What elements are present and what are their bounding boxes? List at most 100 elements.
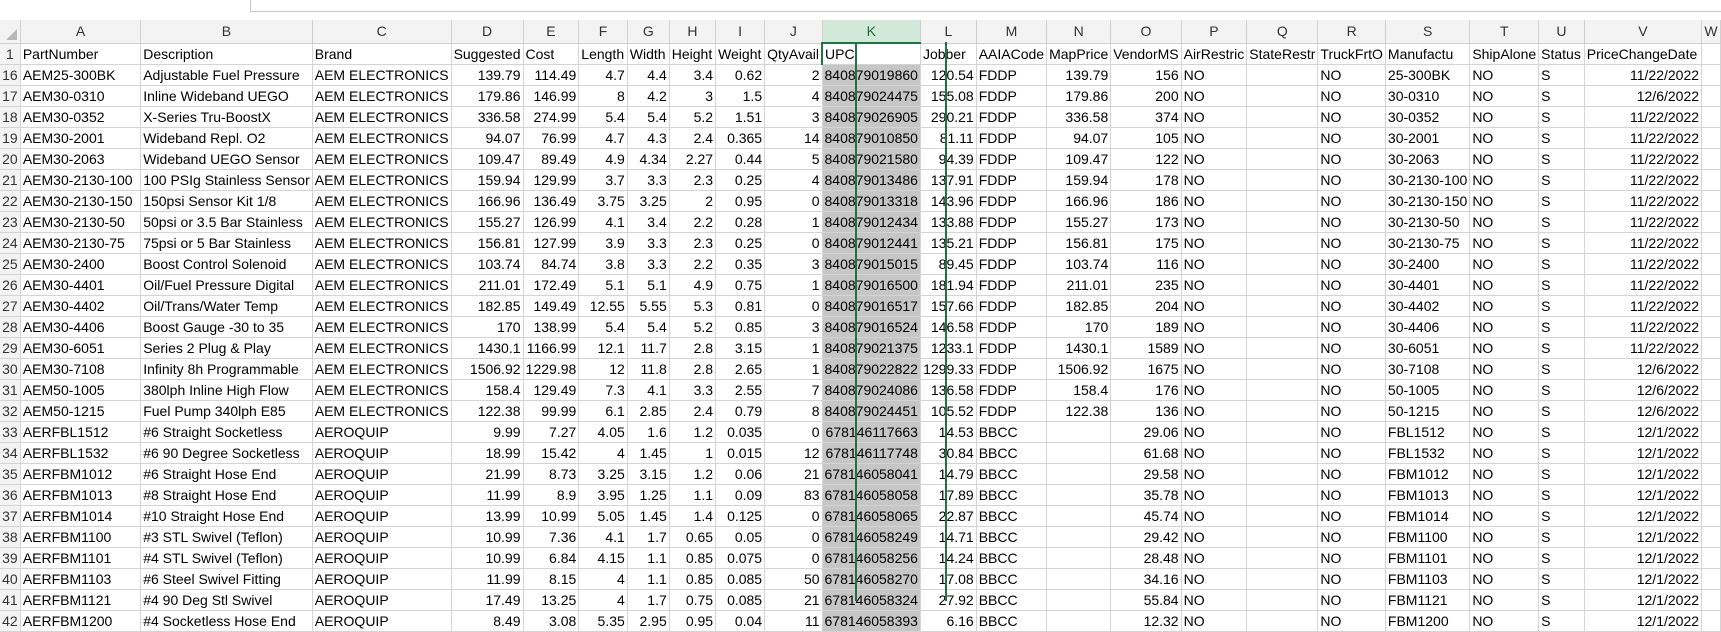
cell-c[interactable]: AEM ELECTRONICS xyxy=(312,169,452,191)
cell-f[interactable]: 4 xyxy=(578,442,628,464)
cell-w[interactable] xyxy=(1701,232,1721,254)
column-header-b[interactable]: B xyxy=(140,20,313,44)
cell-b[interactable]: Series 2 Plug & Play xyxy=(140,337,313,359)
column-header-p[interactable]: P xyxy=(1181,20,1248,44)
cell-o[interactable]: 55.84 xyxy=(1110,589,1182,611)
column-header-o[interactable]: O xyxy=(1110,20,1182,44)
cell-c[interactable]: AEM ELECTRONICS xyxy=(312,190,452,212)
cell-a[interactable]: AERFBM1014 xyxy=(20,505,142,527)
cell-d[interactable]: 158.4 xyxy=(451,379,524,401)
cell-o[interactable]: 29.06 xyxy=(1110,421,1182,443)
column-header-q[interactable]: Q xyxy=(1246,20,1319,44)
cell-k[interactable]: UPC xyxy=(821,43,921,65)
cell-f[interactable]: 5.35 xyxy=(578,610,628,632)
cell-j[interactable]: 2 xyxy=(764,64,823,86)
cell-c[interactable]: AEROQUIP xyxy=(312,568,452,590)
cell-w[interactable] xyxy=(1701,64,1721,86)
cell-t[interactable]: NO xyxy=(1469,169,1540,191)
cell-w[interactable] xyxy=(1701,316,1721,338)
cell-e[interactable]: 84.74 xyxy=(523,253,580,275)
cell-o[interactable]: 186 xyxy=(1110,190,1182,212)
cell-s[interactable]: FBM1014 xyxy=(1385,505,1471,527)
cell-j[interactable]: 83 xyxy=(764,484,823,506)
cell-o[interactable]: 200 xyxy=(1110,85,1182,107)
cell-e[interactable]: 274.99 xyxy=(523,106,580,128)
cell-e[interactable]: 172.49 xyxy=(523,274,580,296)
row-number[interactable]: 30 xyxy=(0,358,21,380)
cell-e[interactable]: 8.9 xyxy=(523,484,580,506)
cell-u[interactable]: S xyxy=(1538,211,1585,233)
cell-p[interactable]: NO xyxy=(1181,148,1248,170)
cell-r[interactable]: NO xyxy=(1317,442,1386,464)
cell-e[interactable]: 138.99 xyxy=(523,316,580,338)
cell-f[interactable]: 5.4 xyxy=(578,106,628,128)
cell-h[interactable]: Height xyxy=(669,43,717,65)
cell-e[interactable]: 1166.99 xyxy=(523,337,580,359)
cell-s[interactable]: FBL1532 xyxy=(1385,442,1471,464)
cell-c[interactable]: AEROQUIP xyxy=(312,463,452,485)
cell-a[interactable]: AEM30-4401 xyxy=(20,274,142,296)
cell-v[interactable]: 11/22/2022 xyxy=(1584,253,1703,275)
cell-e[interactable]: 89.49 xyxy=(523,148,580,170)
cell-k[interactable]: 840879016500 xyxy=(822,274,921,296)
cell-d[interactable]: 94.07 xyxy=(451,127,524,149)
cell-w[interactable] xyxy=(1701,337,1721,359)
cell-o[interactable]: 173 xyxy=(1110,211,1182,233)
cell-d[interactable]: 11.99 xyxy=(451,484,524,506)
column-header-s[interactable]: S xyxy=(1385,20,1471,44)
cell-a[interactable]: AEM30-2400 xyxy=(20,253,142,275)
cell-o[interactable]: 136 xyxy=(1110,400,1182,422)
cell-a[interactable]: AERFBM1101 xyxy=(20,547,142,569)
cell-u[interactable]: S xyxy=(1538,253,1585,275)
cell-k[interactable]: 840879024475 xyxy=(822,85,921,107)
column-header-a[interactable]: A xyxy=(20,20,142,44)
cell-w[interactable] xyxy=(1701,211,1721,233)
cell-d[interactable]: 1430.1 xyxy=(451,337,524,359)
formula-bar-input[interactable] xyxy=(250,0,1721,12)
cell-s[interactable]: 50-1215 xyxy=(1385,400,1471,422)
cell-h[interactable]: 0.85 xyxy=(669,568,717,590)
cell-i[interactable]: 0.44 xyxy=(715,148,766,170)
cell-m[interactable]: FDDP xyxy=(976,64,1048,86)
cell-v[interactable]: 11/22/2022 xyxy=(1584,169,1703,191)
cell-j[interactable]: 1 xyxy=(764,274,823,296)
cell-a[interactable]: AEM30-0352 xyxy=(20,106,142,128)
cell-a[interactable]: AEM30-2063 xyxy=(20,148,142,170)
cell-d[interactable]: 9.99 xyxy=(451,421,524,443)
cell-u[interactable]: S xyxy=(1538,421,1585,443)
cell-f[interactable]: 12.55 xyxy=(578,295,628,317)
cell-r[interactable]: NO xyxy=(1317,253,1386,275)
cell-b[interactable]: #8 Straight Hose End xyxy=(140,484,313,506)
cell-u[interactable]: S xyxy=(1538,316,1585,338)
cell-f[interactable]: 3.75 xyxy=(578,190,628,212)
cell-k[interactable]: 678146117663 xyxy=(822,421,921,443)
cell-i[interactable]: 0.365 xyxy=(715,127,766,149)
cell-n[interactable]: MapPrice xyxy=(1046,43,1112,65)
cell-q[interactable] xyxy=(1246,526,1319,548)
row-number[interactable]: 38 xyxy=(0,526,21,548)
cell-l[interactable]: 14.79 xyxy=(920,463,977,485)
cell-h[interactable]: 0.85 xyxy=(669,547,717,569)
cell-s[interactable]: 30-0310 xyxy=(1385,85,1471,107)
cell-a[interactable]: AEM30-2130-100 xyxy=(20,169,142,191)
cell-r[interactable]: NO xyxy=(1317,421,1386,443)
cell-p[interactable]: NO xyxy=(1181,526,1248,548)
cell-a[interactable]: AEM50-1005 xyxy=(20,379,142,401)
cell-g[interactable]: 1.7 xyxy=(627,526,670,548)
cell-p[interactable]: NO xyxy=(1181,211,1248,233)
cell-p[interactable]: NO xyxy=(1181,358,1248,380)
row-number[interactable]: 28 xyxy=(0,316,21,338)
cell-d[interactable]: 18.99 xyxy=(451,442,524,464)
cell-u[interactable]: S xyxy=(1538,295,1585,317)
cell-h[interactable]: 2.27 xyxy=(669,148,717,170)
cell-i[interactable]: 2.55 xyxy=(715,379,766,401)
cell-j[interactable]: 4 xyxy=(764,169,823,191)
cell-r[interactable]: NO xyxy=(1317,589,1386,611)
cell-q[interactable] xyxy=(1246,379,1319,401)
cell-e[interactable]: 129.49 xyxy=(523,379,580,401)
cell-h[interactable]: 3.4 xyxy=(669,64,717,86)
cell-i[interactable]: 0.95 xyxy=(715,190,766,212)
cell-i[interactable]: 0.085 xyxy=(715,589,766,611)
cell-l[interactable]: 155.08 xyxy=(920,85,977,107)
cell-f[interactable]: 4 xyxy=(578,568,628,590)
